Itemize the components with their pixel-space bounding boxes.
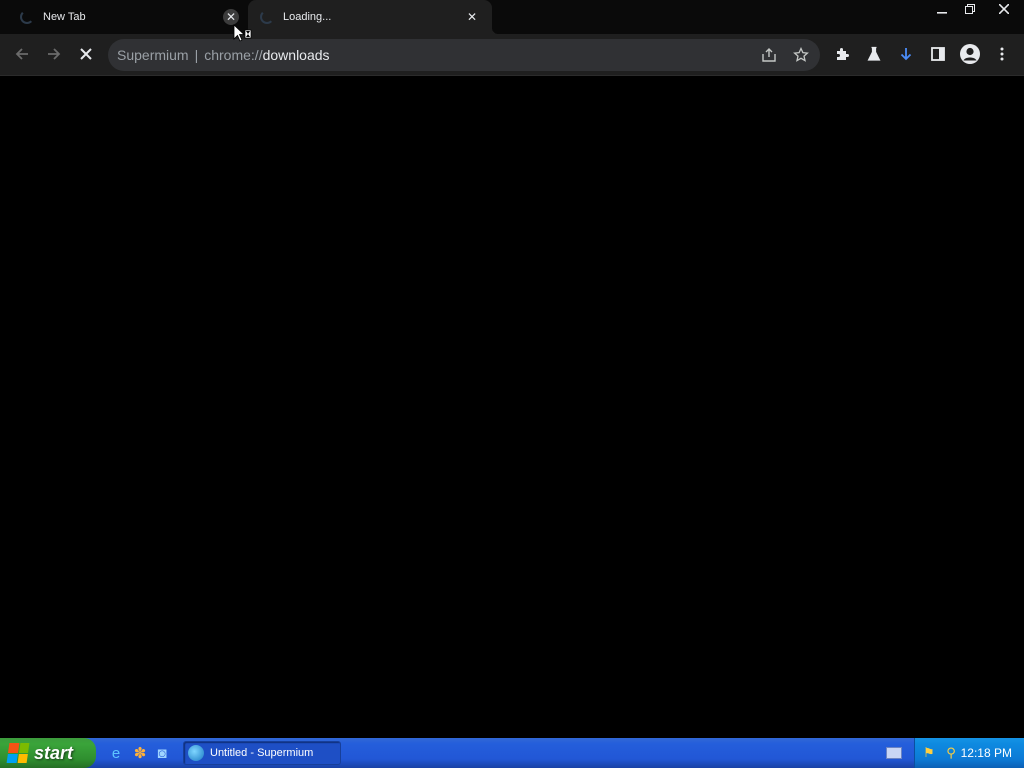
puzzle-piece-icon [837,48,849,60]
address-bar[interactable]: Supermium | chrome://downloads [108,39,820,71]
extensions-button[interactable] [827,39,857,69]
minimize-icon [937,12,947,14]
window-controls [928,0,1024,18]
address-url-prefix: chrome:// [204,47,263,63]
close-window-button[interactable] [984,0,1024,18]
search-tray-icon[interactable]: ⚲ [943,745,959,761]
restore-icon [965,4,975,14]
stop-x-icon [80,48,92,60]
back-button[interactable] [7,39,37,69]
tab-loading-spinner-icon [20,10,34,24]
system-tray: ⚑ ⚲ 12:18 PM [914,738,1024,768]
address-host: Supermium [117,47,189,63]
mouse-cursor-busy-icon [233,24,252,42]
network-icon[interactable]: ⚑ [921,745,937,761]
address-separator: | [194,47,199,63]
tab-loading[interactable]: Loading... ✕ [242,0,498,34]
address-text: Supermium | chrome://downloads [117,47,330,63]
start-button[interactable]: start [0,738,96,768]
tab-strip: New Tab ✕ Loading... ✕ [0,0,1024,34]
restore-button[interactable] [956,0,984,18]
kebab-menu-icon [1000,47,1004,61]
messenger-icon[interactable]: ✽ [130,743,150,763]
profile-avatar-icon [960,44,980,64]
close-icon [999,4,1009,14]
bookmark-star-button[interactable] [788,42,814,68]
share-icon [762,48,776,62]
address-url-path: downloads [262,47,330,63]
minimize-button[interactable] [928,0,956,18]
downloads-button[interactable] [891,39,921,69]
tab-new-tab[interactable]: New Tab ✕ [8,0,244,34]
side-panel-button[interactable] [923,39,953,69]
start-label: start [34,742,74,763]
tab-close-icon[interactable]: ✕ [464,9,480,25]
supermium-icon [188,745,204,761]
stop-loading-button[interactable] [71,39,101,69]
star-icon [793,47,809,62]
side-panel-icon [931,47,945,61]
profile-button[interactable] [955,39,985,69]
arrow-right-icon [48,48,61,60]
windows-logo-icon [6,743,30,763]
flask-icon [867,46,881,61]
taskbar-window-label: Untitled - Supermium [210,747,314,759]
show-desktop-icon[interactable]: ◙ [152,743,172,763]
arrow-left-icon [15,48,28,60]
keyboard-language-icon[interactable] [886,747,902,759]
tab-title: New Tab [43,11,86,23]
share-button[interactable] [756,42,782,68]
clock: 12:18 PM [960,746,1012,760]
taskbar-window-button[interactable]: Untitled - Supermium [183,741,341,765]
screen: New Tab ✕ Loading... ✕ Supermium | chrom… [0,0,1024,768]
tab-loading-spinner-icon [260,10,274,24]
forward-button[interactable] [39,39,69,69]
labs-button[interactable] [859,39,889,69]
menu-button[interactable] [987,39,1017,69]
internet-explorer-icon[interactable]: e [106,743,126,763]
windows-taskbar: start e ✽ ◙ Untitled - Supermium ⚑ ⚲ 12:… [0,738,1024,768]
tab-title: Loading... [283,11,332,23]
tab-close-icon[interactable]: ✕ [223,9,239,25]
browser-toolbar: Supermium | chrome://downloads [0,34,1024,76]
page-content [0,77,1024,738]
download-arrow-icon [900,48,912,61]
